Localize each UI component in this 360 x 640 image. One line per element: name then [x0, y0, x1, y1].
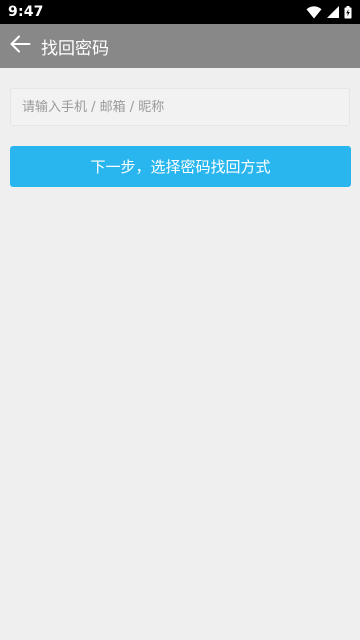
status-icons [306, 5, 352, 19]
wifi-icon [306, 5, 322, 19]
status-time: 9:47 [8, 4, 44, 20]
account-input-container [10, 88, 350, 126]
status-bar: 9:47 [0, 0, 360, 24]
back-button[interactable] [0, 24, 40, 68]
account-input[interactable] [11, 89, 349, 125]
next-step-button[interactable]: 下一步，选择密码找回方式 [10, 146, 351, 187]
toolbar: 找回密码 [0, 24, 360, 68]
battery-charging-icon [344, 5, 352, 19]
arrow-left-icon [9, 35, 31, 57]
cellular-signal-icon [327, 6, 339, 18]
main-content: 下一步，选择密码找回方式 [0, 68, 360, 640]
next-step-button-label: 下一步，选择密码找回方式 [90, 158, 271, 176]
page-title: 找回密码 [41, 38, 109, 59]
